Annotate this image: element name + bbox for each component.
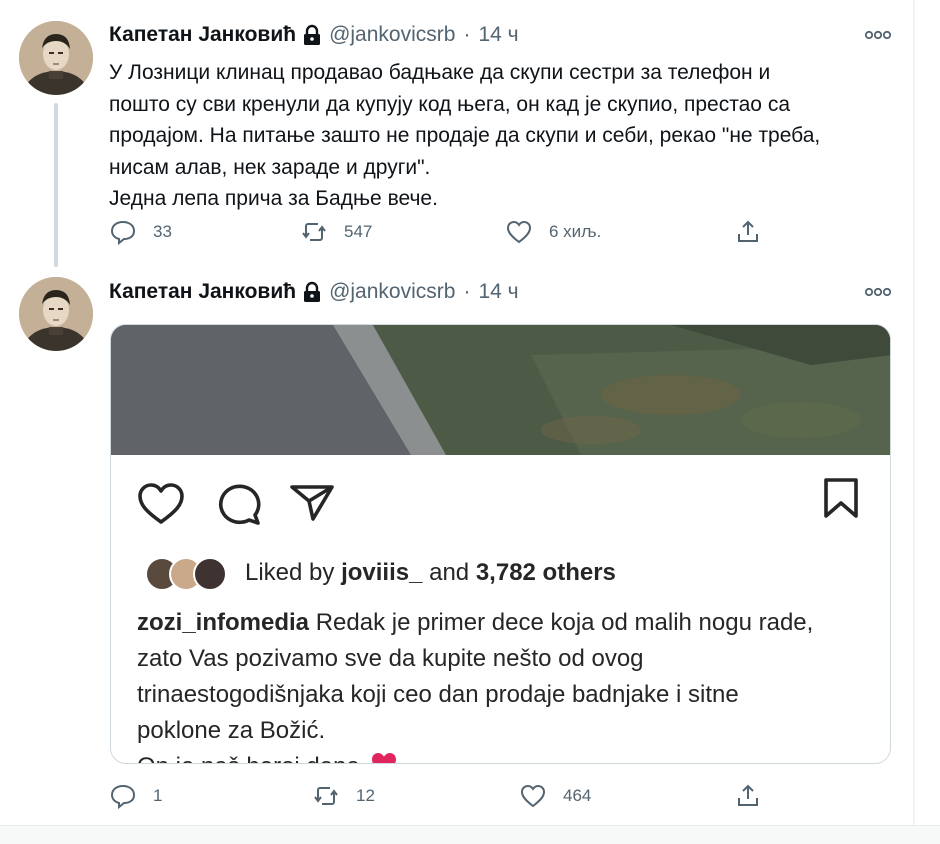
red-heart-emoji-icon xyxy=(371,753,396,763)
retweet-button[interactable]: 12 xyxy=(312,782,375,810)
author-handle[interactable]: @jankovicsrb xyxy=(329,280,455,304)
caption-line: trinaestogodišnjaka koji ceo dan prodaje… xyxy=(137,681,739,708)
tweet-text-line: У Лозници клинац продавао бадњаке да ску… xyxy=(109,61,771,84)
thread-connector xyxy=(54,103,58,267)
share-button[interactable] xyxy=(734,782,762,810)
author-name[interactable]: Капетан Јанковић xyxy=(109,280,296,304)
like-button[interactable]: 464 xyxy=(519,782,591,810)
comment-icon[interactable] xyxy=(217,483,261,527)
separator-dot: · xyxy=(463,280,471,303)
tweet-header: Капетан Јанковић @jankovicsrb · 14 ч xyxy=(109,280,519,304)
retweet-count: 547 xyxy=(344,222,373,241)
heart-icon xyxy=(520,784,546,808)
reply-button[interactable]: 1 xyxy=(109,782,162,810)
tweet-text-line: нисам алав, нек зараде и други". xyxy=(109,155,431,179)
tweet-text: У Лозници клинац продавао бадњаке да ску… xyxy=(109,57,899,215)
share-button[interactable] xyxy=(734,218,762,246)
tweet-text-line: Једна лепа прича за Бадње вече. xyxy=(109,187,438,210)
likes-summary[interactable]: Liked by joviiis_ and 3,782 others xyxy=(245,559,616,587)
share-icon xyxy=(738,784,758,806)
reply-icon xyxy=(110,784,136,810)
tweet-timestamp[interactable]: 14 ч xyxy=(478,280,518,304)
likers-avatars xyxy=(145,557,227,591)
tweet-timestamp[interactable]: 14 ч xyxy=(478,23,518,47)
liked-by-label: Liked by xyxy=(245,559,335,586)
reply-count: 33 xyxy=(153,222,172,241)
tweet-text-line: пошто су сви кренули да купују код њега,… xyxy=(109,92,790,116)
reply-icon xyxy=(110,220,136,246)
share-icon xyxy=(738,220,758,242)
caption-line: zato Vas pozivamo sve da kupite nešto od… xyxy=(137,645,644,672)
retweet-count: 12 xyxy=(356,786,375,805)
like-count: 6 хиљ. xyxy=(549,222,602,241)
retweet-icon xyxy=(314,787,338,805)
more-options-icon[interactable] xyxy=(864,285,892,299)
media-card[interactable]: Liked by joviiis_ and 3,782 others zozi_… xyxy=(110,324,891,764)
street-photo xyxy=(111,325,890,455)
retweet-icon xyxy=(302,223,326,241)
separator-dot: · xyxy=(463,23,471,46)
heart-icon xyxy=(506,220,532,244)
like-button[interactable]: 6 хиљ. xyxy=(505,218,601,246)
heart-icon[interactable] xyxy=(137,482,185,526)
caption-username[interactable]: zozi_infomedia xyxy=(137,609,309,636)
lock-icon xyxy=(304,24,321,45)
avatar[interactable] xyxy=(19,277,93,351)
more-options-icon[interactable] xyxy=(864,28,892,42)
liked-others-count[interactable]: 3,782 others xyxy=(476,559,616,586)
caption-line: poklone za Božić. xyxy=(137,717,326,744)
caption-line: Redak je primer dece koja od malih nogu … xyxy=(315,609,814,636)
author-name[interactable]: Капетан Јанковић xyxy=(109,23,296,47)
liked-and-label: and xyxy=(429,559,470,586)
reply-button[interactable]: 33 xyxy=(109,218,172,246)
tweet-text-line: продајом. На питање зашто не продаје да … xyxy=(109,124,821,147)
avatar[interactable] xyxy=(19,21,93,95)
avatar-photo xyxy=(19,21,93,95)
post-caption: zozi_infomedia Redak je primer dece koja… xyxy=(137,605,877,763)
timeline-footer-divider xyxy=(0,825,940,844)
bookmark-icon[interactable] xyxy=(822,477,860,519)
caption-line: On je naš heroj dana xyxy=(137,753,360,763)
like-count: 464 xyxy=(563,786,592,805)
liked-user[interactable]: joviiis_ xyxy=(341,559,422,586)
lock-icon xyxy=(304,281,321,302)
reply-count: 1 xyxy=(153,786,163,805)
retweet-button[interactable]: 547 xyxy=(300,218,372,246)
avatar-photo xyxy=(19,277,93,351)
liker-avatar xyxy=(193,557,227,591)
tweet-header: Капетан Јанковић @jankovicsrb · 14 ч xyxy=(109,23,519,47)
author-handle[interactable]: @jankovicsrb xyxy=(329,23,455,47)
timeline-border xyxy=(913,0,915,825)
share-icon[interactable] xyxy=(289,483,335,523)
